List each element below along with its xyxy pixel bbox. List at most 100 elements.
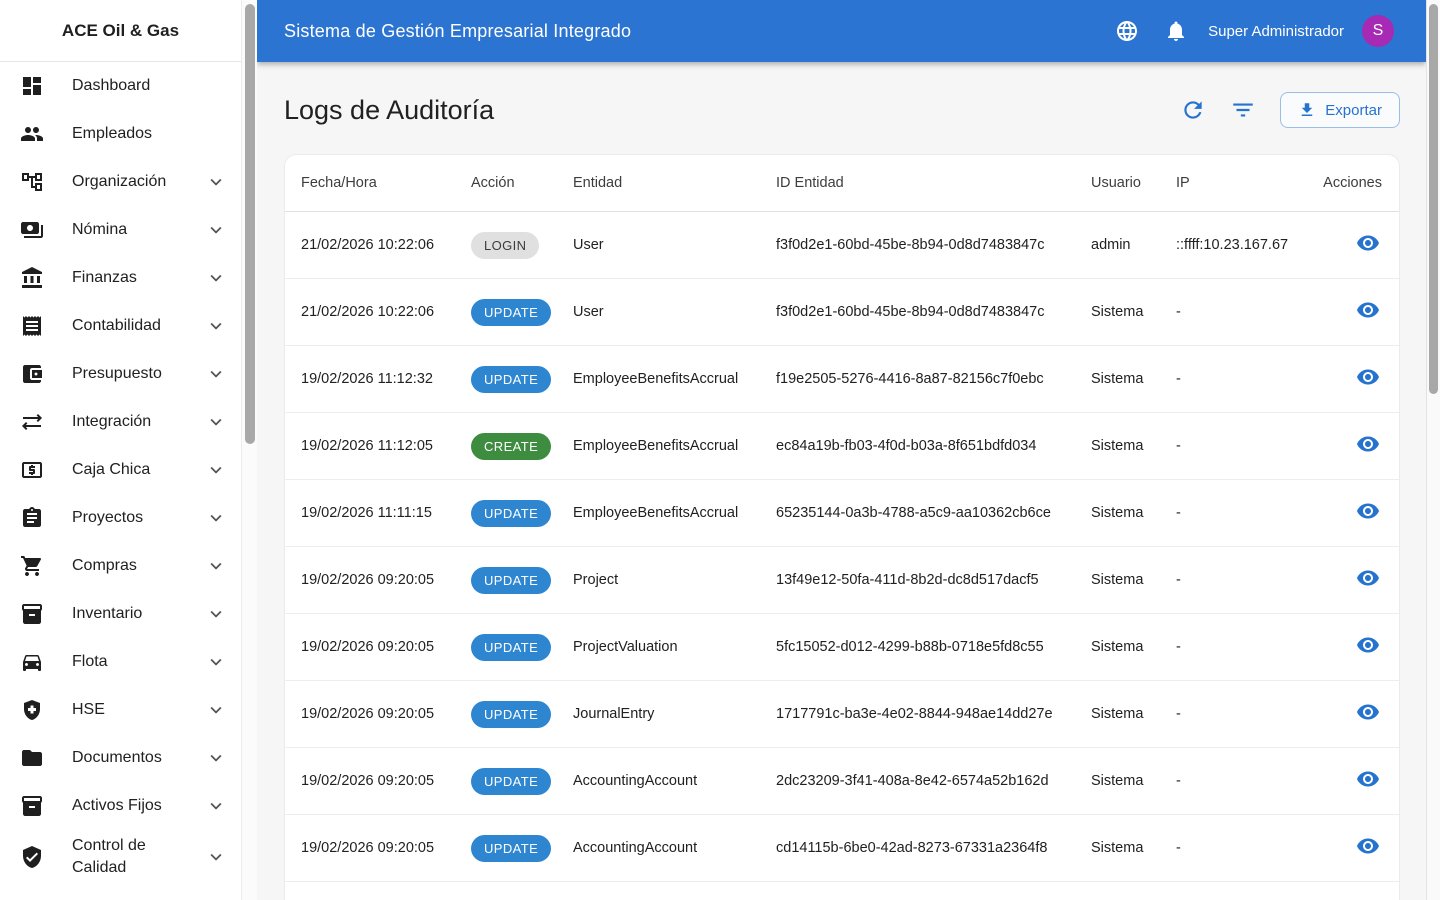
sidebar-item-proyectos[interactable]: Proyectos: [0, 494, 241, 542]
cell-entity: User: [573, 304, 604, 320]
sidebar-item-n-mina[interactable]: Nómina: [0, 206, 241, 254]
table-row: 21/02/2026 10:22:06 LOGIN User f3f0d2e1-60b…: [285, 212, 1399, 279]
dashboard-icon: [23, 77, 41, 95]
cell-action: UPDATE: [471, 700, 573, 728]
sync-alt-icon: [20, 410, 44, 434]
eye-icon: [1357, 637, 1379, 653]
sidebar-item-documentos[interactable]: Documentos: [0, 734, 241, 782]
cell-user: Sistema: [1091, 840, 1144, 856]
cell-user: Sistema: [1091, 505, 1144, 521]
avatar-initial: S: [1372, 22, 1384, 39]
car-icon: [20, 650, 44, 674]
cell-actions: [1296, 632, 1382, 662]
cell-action: UPDATE: [471, 365, 573, 393]
action-badge: UPDATE: [471, 834, 552, 862]
sidebar-item-label: Activos Fijos: [72, 796, 162, 814]
action-badge: UPDATE: [471, 633, 552, 661]
cell-actions: [1296, 431, 1382, 461]
column-header: Fecha/Hora: [301, 175, 377, 191]
view-details-button[interactable]: [1356, 498, 1382, 524]
folder-icon: [20, 746, 44, 770]
cell-entity: Project: [573, 572, 619, 588]
cell-user: admin: [1091, 237, 1131, 253]
window-scrollbar[interactable]: [1426, 0, 1440, 900]
sidebar-item-empleados[interactable]: Empleados: [0, 110, 241, 158]
app-root: ACE Oil & Gas Dashboard Empleados Organiza…: [0, 0, 1440, 900]
sidebar-item-contabilidad[interactable]: Contabilidad: [0, 302, 241, 350]
health-safety-icon: [24, 700, 40, 720]
payments-icon: [20, 218, 44, 242]
verified-shield-icon: [20, 845, 44, 869]
cell-ip: -: [1176, 438, 1181, 454]
refresh-button[interactable]: [1180, 97, 1206, 123]
sidebar-item-label: HSE: [72, 700, 105, 718]
cell-datetime: 21/02/2026 10:22:06: [301, 304, 435, 320]
globe-icon: [1117, 21, 1138, 41]
window-scrollbar-thumb[interactable]: [1429, 4, 1438, 394]
health-safety-icon: [20, 698, 44, 722]
chevron-down-icon: [210, 370, 222, 378]
cell-actions: [1296, 297, 1382, 327]
filter-button[interactable]: [1230, 97, 1256, 123]
sidebar-item-label: Compras: [72, 556, 137, 574]
chevron-down-icon: [205, 363, 227, 385]
view-details-button[interactable]: [1356, 766, 1382, 792]
cell-entity: AccountingAccount: [573, 840, 698, 856]
sidebar-item-hse[interactable]: HSE: [0, 686, 241, 734]
eye-icon: [1357, 302, 1379, 318]
sidebar: ACE Oil & Gas Dashboard Empleados Organiza…: [0, 0, 257, 900]
cell-ip: -: [1176, 505, 1181, 521]
verified-shield-icon: [23, 846, 41, 869]
language-button[interactable]: [1115, 19, 1139, 43]
sidebar-item-organizaci-n[interactable]: Organización: [0, 158, 241, 206]
sidebar-item-caja-chica[interactable]: Caja Chica: [0, 446, 241, 494]
sidebar-item-dashboard[interactable]: Dashboard: [0, 62, 241, 110]
view-details-button[interactable]: [1356, 297, 1382, 323]
sidebar-scrollbar-thumb[interactable]: [245, 4, 255, 444]
chevron-down-icon: [210, 854, 222, 862]
receipt-icon: [20, 314, 44, 338]
cart-icon: [20, 554, 44, 578]
cell-entity: EmployeeBenefitsAccrual: [573, 438, 739, 454]
export-button[interactable]: Exportar: [1280, 92, 1400, 128]
sidebar-item-integraci-n[interactable]: Integración: [0, 398, 241, 446]
sidebar-scrollbar[interactable]: [241, 0, 257, 900]
action-badge: UPDATE: [471, 499, 552, 527]
cell-actions: [1296, 766, 1382, 796]
avatar[interactable]: S: [1362, 15, 1394, 47]
sidebar-item-compras[interactable]: Compras: [0, 542, 241, 590]
cell-entity-id: 2dc23209-3f41-408a-8e42-6574a52b162d: [776, 773, 1049, 789]
chevron-down-icon: [210, 274, 222, 282]
sidebar-item-inventario[interactable]: Inventario: [0, 590, 241, 638]
sidebar-item-label: Finanzas: [72, 268, 137, 286]
bank-icon: [20, 266, 44, 290]
view-details-button[interactable]: [1356, 230, 1382, 256]
page-header: Logs de Auditoría Exportar: [257, 62, 1426, 128]
cell-ip: ::ffff:10.23.167.67: [1176, 237, 1289, 253]
chevron-down-icon: [205, 315, 227, 337]
view-details-button[interactable]: [1356, 565, 1382, 591]
chevron-down-icon: [210, 802, 222, 810]
view-details-button[interactable]: [1356, 364, 1382, 390]
notifications-button[interactable]: [1164, 19, 1188, 43]
view-details-button[interactable]: [1356, 632, 1382, 658]
sidebar-item-finanzas[interactable]: Finanzas: [0, 254, 241, 302]
table-row: 19/02/2026 11:11:15 UPDATE EmployeeBenefit…: [285, 480, 1399, 547]
sidebar-item-flota[interactable]: Flota: [0, 638, 241, 686]
action-badge: UPDATE: [471, 767, 552, 795]
sidebar-item-label: Flota: [72, 652, 108, 670]
sidebar-item-control-de-calidad[interactable]: Control de Calidad: [0, 830, 241, 885]
cell-entity-id: ec84a19b-fb03-4f0d-b03a-8f651bdfd034: [776, 438, 1037, 454]
view-details-button[interactable]: [1356, 431, 1382, 457]
sidebar-item-activos-fijos[interactable]: Activos Fijos: [0, 782, 241, 830]
sidebar-item-label: Organización: [72, 172, 167, 190]
sidebar-item-presupuesto[interactable]: Presupuesto: [0, 350, 241, 398]
table-row: 19/02/2026 09:20:05 UPDATE ProjectValuatio…: [285, 614, 1399, 681]
view-details-button[interactable]: [1356, 699, 1382, 725]
bank-icon: [22, 267, 42, 288]
refresh-icon: [1184, 101, 1202, 119]
inventory-icon: [20, 794, 44, 818]
cell-user: Sistema: [1091, 639, 1144, 655]
view-details-button[interactable]: [1356, 833, 1382, 859]
chevron-down-icon: [210, 514, 222, 522]
